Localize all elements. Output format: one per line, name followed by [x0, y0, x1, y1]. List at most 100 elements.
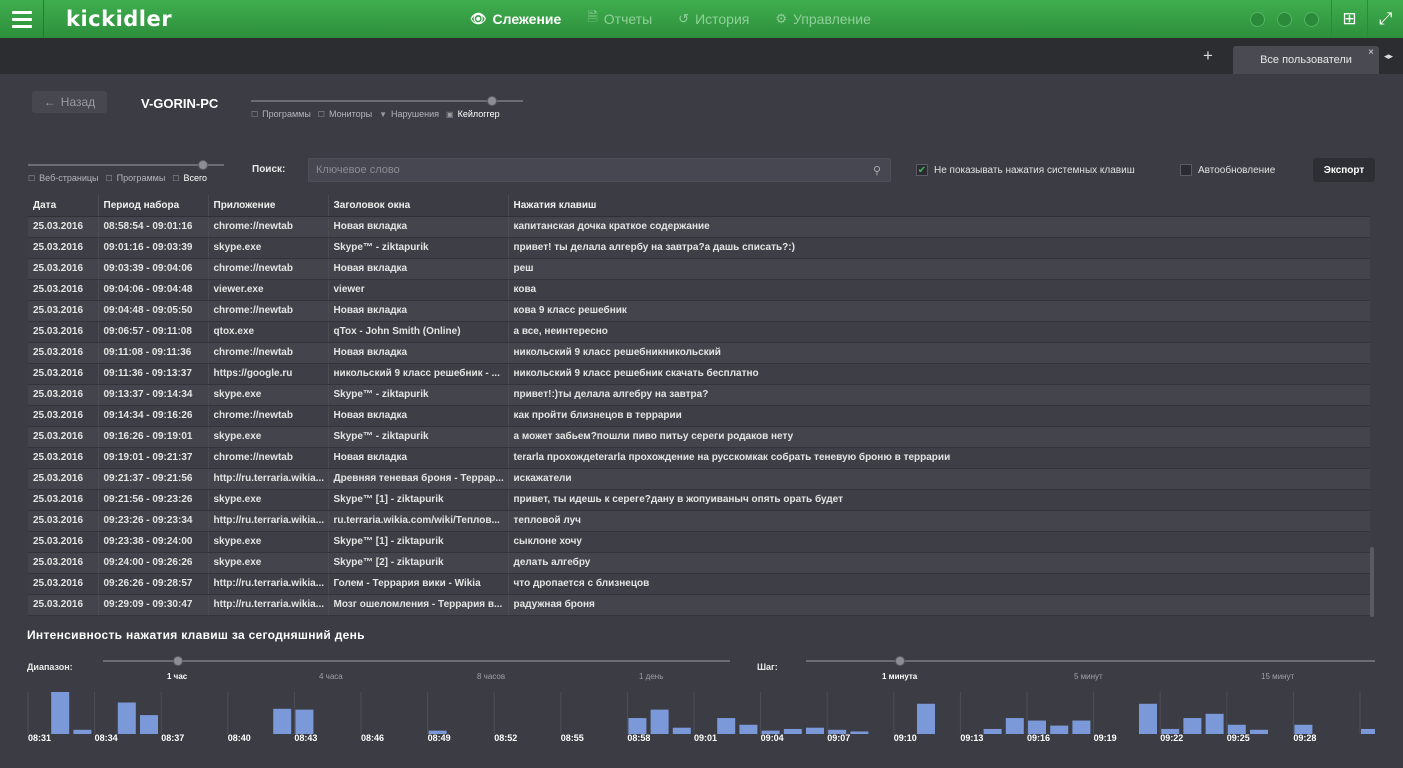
chart-bar[interactable]: [1205, 713, 1224, 734]
chart-bar[interactable]: [1028, 720, 1046, 734]
range-slider-knob[interactable]: [173, 656, 183, 666]
search-input[interactable]: [308, 158, 891, 182]
table-row[interactable]: 25.03.2016 09:04:48 - 09:05:50 chrome://ne…: [28, 300, 1370, 322]
range-tick-1d[interactable]: 1 день: [639, 672, 663, 681]
tab-scroll-arrows[interactable]: ◂▸: [1384, 51, 1393, 62]
cell-window-title: Skype™ [2] - ziktapurik: [328, 552, 509, 574]
filter-violations[interactable]: ▼ Нарушения: [379, 109, 439, 119]
tab-all-users[interactable]: Все пользователи ×: [1233, 46, 1379, 74]
search-icon[interactable]: ⚲: [873, 164, 881, 177]
source-slider-track[interactable]: [28, 164, 224, 166]
table-row[interactable]: 25.03.2016 09:01:16 - 09:03:39 skype.exe Sk…: [28, 237, 1370, 259]
filter-programs[interactable]: ☐ Программы: [251, 109, 311, 119]
add-window-icon[interactable]: ⊞: [1331, 0, 1367, 38]
table-row[interactable]: 25.03.2016 09:13:37 - 09:14:34 skype.exe Sk…: [28, 384, 1370, 406]
cell-keystrokes: привет!:)ты делала алгебру на завтра?: [508, 384, 1370, 406]
column-header-application[interactable]: Приложение: [208, 195, 329, 217]
table-row[interactable]: 25.03.2016 09:21:37 - 09:21:56 http://ru.t…: [28, 468, 1370, 490]
table-row[interactable]: 25.03.2016 09:24:00 - 09:26:26 skype.exe Sk…: [28, 552, 1370, 574]
table-row[interactable]: 25.03.2016 09:23:38 - 09:24:00 skype.exe Sk…: [28, 531, 1370, 553]
cell-keystrokes: кова: [508, 279, 1370, 301]
chart-bar[interactable]: [1005, 718, 1024, 734]
chart-bar[interactable]: [117, 702, 136, 735]
chart-x-tick-label: 09:25: [1226, 733, 1250, 743]
chart-x-tick-label: 08:34: [94, 733, 118, 743]
chart-bar[interactable]: [628, 718, 647, 734]
menu-icon[interactable]: [0, 0, 44, 38]
table-row[interactable]: 25.03.2016 09:29:09 - 09:30:47 http://ru.t…: [28, 594, 1370, 616]
table-row[interactable]: 25.03.2016 09:26:26 - 09:28:57 http://ru.t…: [28, 573, 1370, 595]
nav-management[interactable]: ⚙ Управление: [775, 11, 870, 27]
column-header-date[interactable]: Дата: [28, 195, 99, 217]
status-indicator: [1304, 11, 1319, 27]
table-row[interactable]: 25.03.2016 09:11:36 - 09:13:37 https://goo…: [28, 363, 1370, 385]
close-icon[interactable]: ×: [1368, 47, 1374, 58]
range-tick-4h[interactable]: 4 часа: [319, 672, 343, 681]
table-row[interactable]: 25.03.2016 09:11:08 - 09:11:36 chrome://ne…: [28, 342, 1370, 364]
table-row[interactable]: 25.03.2016 09:19:01 - 09:21:37 chrome://ne…: [28, 447, 1370, 469]
export-button[interactable]: Экспорт: [1313, 158, 1375, 182]
auto-refresh-checkbox[interactable]: [1180, 164, 1192, 176]
hide-system-keys-checkbox[interactable]: ✔: [916, 164, 928, 176]
table-row[interactable]: 25.03.2016 09:06:57 - 09:11:08 qtox.exe qTo…: [28, 321, 1370, 343]
auto-refresh-option[interactable]: Автообновление: [1180, 164, 1275, 176]
column-header-window-title[interactable]: Заголовок окна: [328, 195, 509, 217]
table-row[interactable]: 25.03.2016 09:14:34 - 09:16:26 chrome://ne…: [28, 405, 1370, 427]
step-tick-1min[interactable]: 1 минута: [882, 672, 917, 681]
column-header-keystrokes[interactable]: Нажатия клавиш: [508, 195, 1370, 217]
chart-bar[interactable]: [717, 718, 736, 734]
view-slider-knob[interactable]: [487, 96, 497, 106]
cell-period: 09:29:09 - 09:30:47: [98, 594, 209, 616]
filter-monitors[interactable]: ☐ Мониторы: [318, 109, 372, 119]
cell-date: 25.03.2016: [28, 510, 99, 532]
cell-window-title: Новая вкладка: [328, 300, 509, 322]
chart-bar[interactable]: [295, 709, 314, 734]
cell-date: 25.03.2016: [28, 363, 99, 385]
fullscreen-icon[interactable]: ⤢: [1367, 0, 1403, 38]
add-tab-button[interactable]: +: [1203, 46, 1213, 66]
view-slider-track[interactable]: [251, 100, 523, 102]
cell-date: 25.03.2016: [28, 342, 99, 364]
intensity-title: Интенсивность нажатия клавиш за сегодняш…: [27, 628, 365, 642]
table-row[interactable]: 25.03.2016 09:03:39 - 09:04:06 chrome://ne…: [28, 258, 1370, 280]
filter-web-pages[interactable]: ☐ Веб-страницы: [28, 173, 99, 183]
range-tick-8h[interactable]: 8 часов: [477, 672, 505, 681]
step-slider-track[interactable]: [806, 660, 1375, 662]
cell-date: 25.03.2016: [28, 321, 99, 343]
cell-period: 09:06:57 - 09:11:08: [98, 321, 209, 343]
hide-system-keys-option[interactable]: ✔ Не показывать нажатия системных клавиш: [916, 164, 1135, 176]
chart-bar[interactable]: [51, 692, 70, 734]
step-tick-5min[interactable]: 5 минут: [1074, 672, 1103, 681]
nav-history[interactable]: ↺ История: [678, 11, 749, 27]
table-row[interactable]: 25.03.2016 09:21:56 - 09:23:26 skype.exe Sk…: [28, 489, 1370, 511]
chart-x-tick-label: 09:16: [1027, 733, 1051, 743]
filter-total[interactable]: ☐ Всего: [172, 173, 207, 183]
step-tick-15min[interactable]: 15 минут: [1261, 672, 1294, 681]
step-slider-knob[interactable]: [895, 656, 905, 666]
range-tick-1h[interactable]: 1 час: [167, 672, 187, 681]
back-button[interactable]: ← Назад: [32, 91, 107, 113]
chart-bar[interactable]: [140, 715, 158, 734]
range-slider-track[interactable]: [103, 660, 730, 662]
table-scrollbar[interactable]: [1370, 547, 1374, 617]
column-header-period[interactable]: Период набора: [98, 195, 209, 217]
chart-bar[interactable]: [1139, 703, 1157, 734]
arrow-left-icon: ←: [43, 95, 56, 109]
cell-window-title: Skype™ [1] - ziktapurik: [328, 489, 509, 511]
chart-bar[interactable]: [650, 709, 669, 734]
nav-tracking[interactable]: 👁 Слежение: [470, 11, 561, 27]
table-row[interactable]: 25.03.2016 09:23:26 - 09:23:34 http://ru.t…: [28, 510, 1370, 532]
table-row[interactable]: 25.03.2016 09:04:06 - 09:04:48 viewer.exe v…: [28, 279, 1370, 301]
chart-bar[interactable]: [917, 703, 935, 734]
chart-bar[interactable]: [1183, 718, 1202, 734]
filter-keylogger[interactable]: ▣ Кейлоггер: [446, 109, 500, 119]
cell-keystrokes: кова 9 класс решебник: [508, 300, 1370, 322]
table-row[interactable]: 25.03.2016 09:16:26 - 09:19:01 skype.exe Sk…: [28, 426, 1370, 448]
cell-date: 25.03.2016: [28, 258, 99, 280]
chart-bar[interactable]: [1072, 720, 1091, 734]
nav-reports[interactable]: 🗎 Отчеты: [587, 8, 652, 30]
filter-source-programs[interactable]: ☐ Программы: [106, 173, 166, 183]
source-slider-knob[interactable]: [198, 160, 208, 170]
table-row[interactable]: 25.03.2016 08:58:54 - 09:01:16 chrome://ne…: [28, 216, 1370, 238]
chart-bar[interactable]: [273, 708, 292, 734]
